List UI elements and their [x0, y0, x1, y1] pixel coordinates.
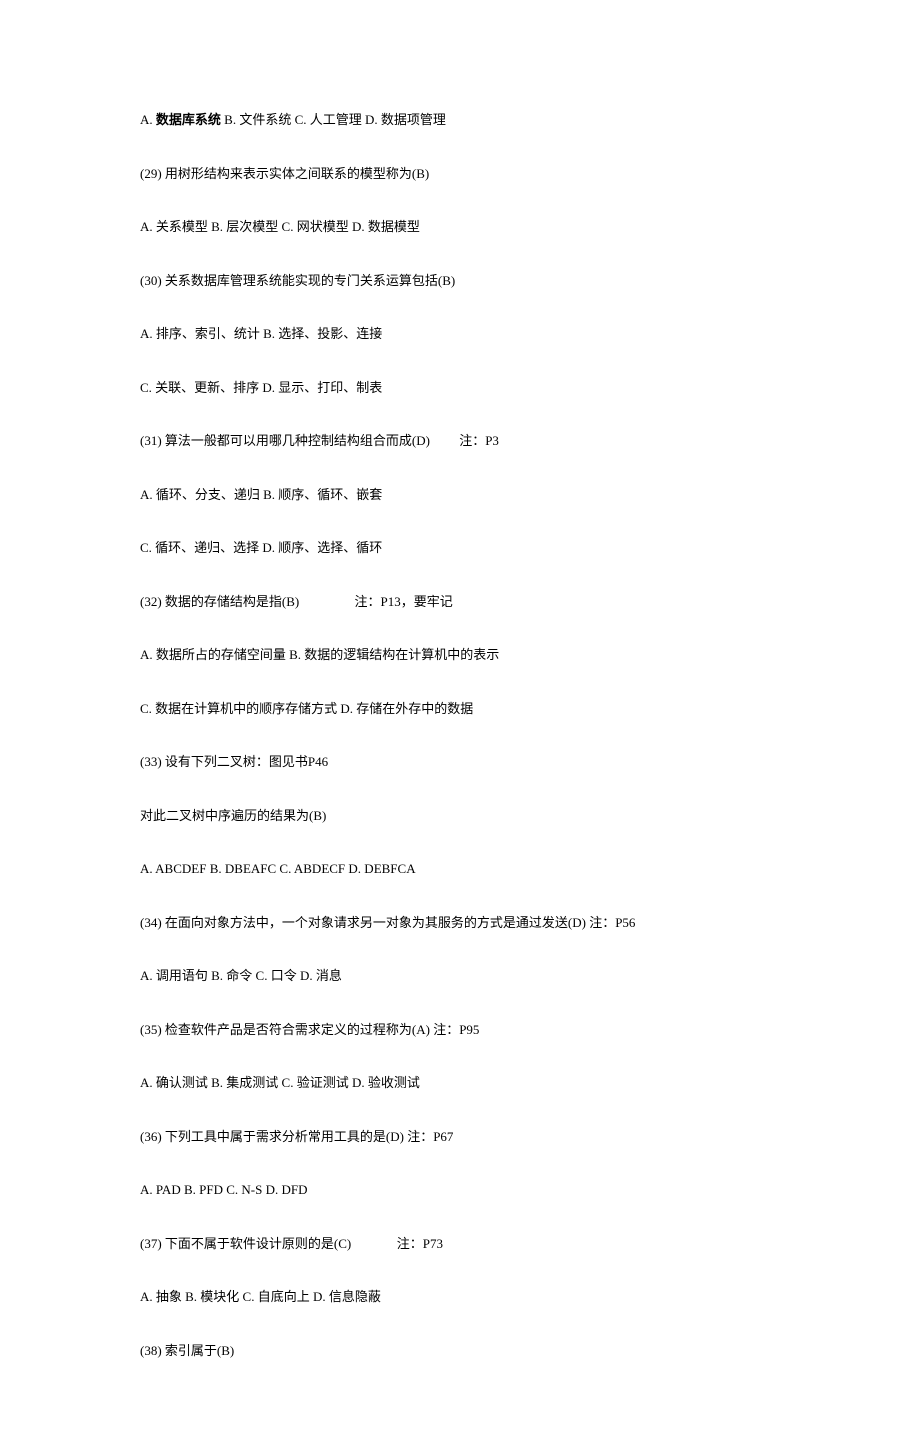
text-segment: (30) 关系数据库管理系统能实现的专门关系运算包括(B) [140, 273, 455, 288]
document-line: A. 抽象 B. 模块化 C. 自底向上 D. 信息隐蔽 [140, 1287, 780, 1307]
text-segment: (36) 下列工具中属于需求分析常用工具的是(D) 注：P67 [140, 1129, 453, 1144]
document-line: A. 数据所占的存储空间量 B. 数据的逻辑结构在计算机中的表示 [140, 645, 780, 665]
text-segment: (29) 用树形结构来表示实体之间联系的模型称为(B) [140, 166, 429, 181]
document-line: A. ABCDEF B. DBEAFC C. ABDECF D. DEBFCA [140, 859, 780, 879]
text-segment: A. PAD B. PFD C. N-S D. DFD [140, 1182, 307, 1197]
document-line: 对此二叉树中序遍历的结果为(B) [140, 806, 780, 826]
text-segment: A. ABCDEF B. DBEAFC C. ABDECF D. DEBFCA [140, 861, 416, 876]
document-line: A. 排序、索引、统计 B. 选择、投影、连接 [140, 324, 780, 344]
document-line: (36) 下列工具中属于需求分析常用工具的是(D) 注：P67 [140, 1127, 780, 1147]
text-segment: A. 关系模型 B. 层次模型 C. 网状模型 D. 数据模型 [140, 219, 420, 234]
document-line: (29) 用树形结构来表示实体之间联系的模型称为(B) [140, 164, 780, 184]
text-segment: C. 循环、递归、选择 D. 顺序、选择、循环 [140, 540, 382, 555]
document-line: (33) 设有下列二叉树：图见书P46 [140, 752, 780, 772]
text-segment: A. 排序、索引、统计 B. 选择、投影、连接 [140, 326, 382, 341]
text-segment: (33) 设有下列二叉树：图见书P46 [140, 754, 328, 769]
document-line: A. PAD B. PFD C. N-S D. DFD [140, 1180, 780, 1200]
text-segment: (37) 下面不属于软件设计原则的是(C) 注：P73 [140, 1236, 443, 1251]
text-segment: (35) 检查软件产品是否符合需求定义的过程称为(A) 注：P95 [140, 1022, 479, 1037]
text-segment: A. 循环、分支、递归 B. 顺序、循环、嵌套 [140, 487, 382, 502]
document-line: (31) 算法一般都可以用哪几种控制结构组合而成(D) 注：P3 [140, 431, 780, 451]
document-line: (30) 关系数据库管理系统能实现的专门关系运算包括(B) [140, 271, 780, 291]
document-line: A. 数据库系统 B. 文件系统 C. 人工管理 D. 数据项管理 [140, 110, 780, 130]
text-segment: C. 数据在计算机中的顺序存储方式 D. 存储在外存中的数据 [140, 701, 473, 716]
document-line: (38) 索引属于(B) [140, 1341, 780, 1361]
document-line: C. 关联、更新、排序 D. 显示、打印、制表 [140, 378, 780, 398]
document-line: A. 确认测试 B. 集成测试 C. 验证测试 D. 验收测试 [140, 1073, 780, 1093]
document-content: A. 数据库系统 B. 文件系统 C. 人工管理 D. 数据项管理 (29) 用树… [0, 0, 920, 1454]
document-line: C. 数据在计算机中的顺序存储方式 D. 存储在外存中的数据 [140, 699, 780, 719]
text-segment: (31) 算法一般都可以用哪几种控制结构组合而成(D) 注：P3 [140, 433, 499, 448]
text-segment: A. [140, 112, 156, 127]
text-segment: A. 确认测试 B. 集成测试 C. 验证测试 D. 验收测试 [140, 1075, 420, 1090]
text-segment: C. 关联、更新、排序 D. 显示、打印、制表 [140, 380, 382, 395]
document-line: (37) 下面不属于软件设计原则的是(C) 注：P73 [140, 1234, 780, 1254]
document-line: (34) 在面向对象方法中，一个对象请求另一对象为其服务的方式是通过发送(D) … [140, 913, 780, 933]
document-line: (32) 数据的存储结构是指(B) 注：P13，要牢记 [140, 592, 780, 612]
text-segment: 数据库系统 [156, 112, 221, 127]
document-line: A. 调用语句 B. 命令 C. 口令 D. 消息 [140, 966, 780, 986]
text-segment: A. 调用语句 B. 命令 C. 口令 D. 消息 [140, 968, 342, 983]
document-line: A. 关系模型 B. 层次模型 C. 网状模型 D. 数据模型 [140, 217, 780, 237]
text-segment: (32) 数据的存储结构是指(B) 注：P13，要牢记 [140, 594, 453, 609]
text-segment: A. 数据所占的存储空间量 B. 数据的逻辑结构在计算机中的表示 [140, 647, 499, 662]
text-segment: 对此二叉树中序遍历的结果为(B) [140, 808, 326, 823]
document-line: (35) 检查软件产品是否符合需求定义的过程称为(A) 注：P95 [140, 1020, 780, 1040]
text-segment: (34) 在面向对象方法中，一个对象请求另一对象为其服务的方式是通过发送(D) … [140, 915, 635, 930]
text-segment: (38) 索引属于(B) [140, 1343, 234, 1358]
document-line: A. 循环、分支、递归 B. 顺序、循环、嵌套 [140, 485, 780, 505]
text-segment: B. 文件系统 C. 人工管理 D. 数据项管理 [221, 112, 446, 127]
document-line: C. 循环、递归、选择 D. 顺序、选择、循环 [140, 538, 780, 558]
